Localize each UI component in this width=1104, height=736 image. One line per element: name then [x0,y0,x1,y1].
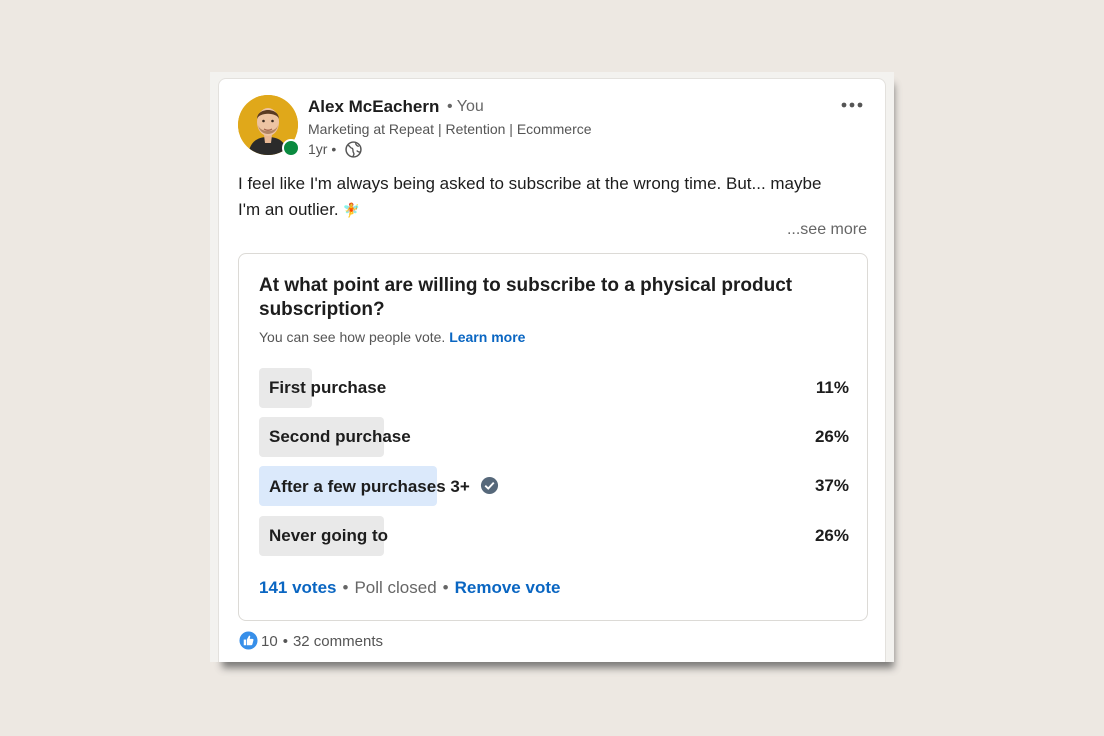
remove-vote-button[interactable]: Remove vote [455,578,561,597]
poll-notice-text: You can see how people vote. [259,329,446,345]
check-circle-icon [480,476,498,495]
poll-option-label: Second purchase [269,427,411,446]
poll-option-percent: 26% [814,427,849,446]
separator: • [442,578,449,597]
votes-link[interactable]: 141 votes [259,578,337,597]
reaction-count[interactable]: 10 [261,633,278,650]
post-text: I feel like I'm always being asked to su… [238,171,868,223]
poll-option-second-purchase[interactable]: Second purchase 26% [259,417,849,457]
poll-footer: 141 votes • Poll closed • Remove vote [259,578,560,598]
post-text-line-2: I'm an outlier. 🧚 [238,197,868,223]
poll-option-never-going-to[interactable]: Never going to 26% [259,516,849,556]
poll-option-label: Never going to [269,526,389,545]
poll-option-percent: 26% [814,526,849,545]
post-card: Alex McEachern • You Marketing at Repeat… [218,78,886,662]
comments-count-link[interactable]: 32 comments [293,633,383,650]
learn-more-link[interactable]: Learn more [449,329,525,345]
separator: • [342,578,349,597]
separator: • [282,633,288,650]
poll-question: At what point are willing to subscribe t… [259,275,793,320]
poll-card: At what point are willing to subscribe t… [238,253,868,621]
post-time: 1yr • [308,141,337,157]
post-text-line-2-text: I'm an outlier. [238,200,339,219]
social-counts: 10 • 32 comments [239,631,383,650]
author-headline: Marketing at Repeat | Retention | Ecomme… [308,121,592,137]
poll-option-first-purchase[interactable]: First purchase 11% [259,368,849,408]
poll-option-label: First purchase [269,378,387,397]
author-name[interactable]: Alex McEachern [308,97,439,117]
online-status-dot [282,139,300,157]
globe-icon [345,141,362,158]
ellipsis-icon[interactable] [837,95,867,115]
poll-option-after-few-purchases[interactable]: After a few purchases 3+ 37% [259,466,849,506]
poll-option-label: After a few purchases 3+ [269,477,470,496]
poll-option-percent: 11% [815,378,849,397]
poll-status: Poll closed [354,578,437,597]
poll-option-percent: 37% [814,476,849,495]
like-icon[interactable] [239,631,258,650]
poll-notice: You can see how people vote. Learn more [259,329,525,345]
fairy-emoji-icon: 🧚 [342,202,361,218]
post-text-line-1: I feel like I'm always being asked to su… [238,174,822,193]
you-badge: • You [447,98,484,115]
poll-option-label-wrap: After a few purchases 3+ [269,476,499,497]
see-more-link[interactable]: ...see more [787,221,867,239]
